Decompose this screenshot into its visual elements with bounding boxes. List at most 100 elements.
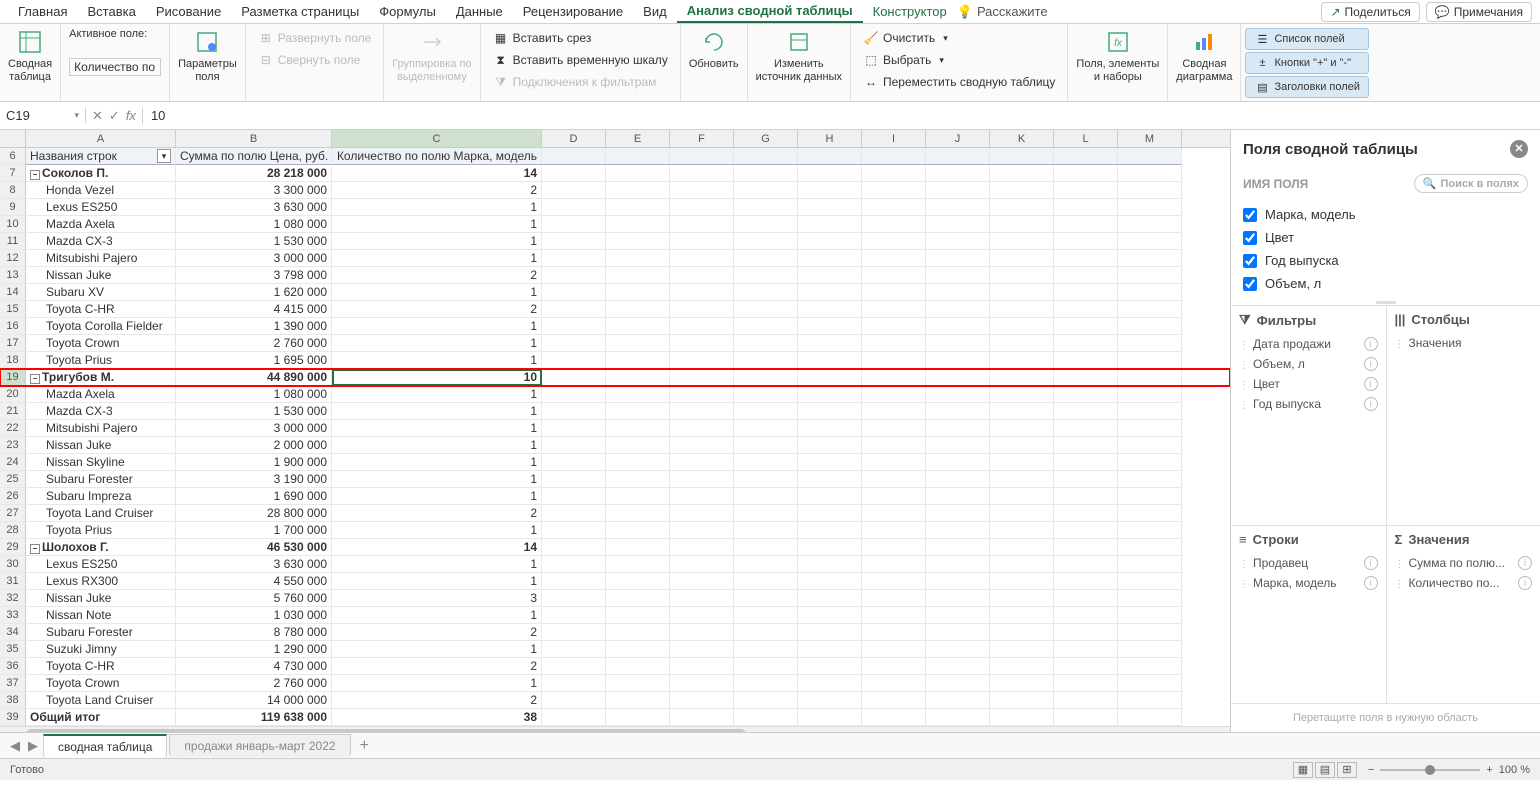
cell[interactable] [606,522,670,539]
cell[interactable]: Nissan Juke [26,590,176,607]
cell[interactable] [734,301,798,318]
insert-timeline-button[interactable]: ⧗Вставить временную шкалу [489,50,672,70]
cell[interactable] [1054,148,1118,165]
cell[interactable] [606,641,670,658]
cell[interactable]: 1 [332,420,542,437]
cell[interactable]: 2 [332,505,542,522]
cell[interactable]: 1 620 000 [176,284,332,301]
cell[interactable]: 5 760 000 [176,590,332,607]
cell[interactable]: Nissan Skyline [26,454,176,471]
cell[interactable] [1118,386,1182,403]
cell[interactable] [1118,301,1182,318]
cell[interactable]: 1 530 000 [176,233,332,250]
cell[interactable] [670,233,734,250]
cell[interactable] [926,488,990,505]
cell[interactable] [670,335,734,352]
row-header[interactable]: 10 [0,216,26,233]
cell[interactable] [542,454,606,471]
cell[interactable]: 3 798 000 [176,267,332,284]
cell[interactable]: 2 760 000 [176,675,332,692]
cell[interactable] [734,658,798,675]
cell[interactable] [990,284,1054,301]
cell[interactable]: 3 630 000 [176,556,332,573]
comments-button[interactable]: 💬Примечания [1426,2,1532,22]
select-all-corner[interactable] [0,130,26,147]
view-normal-button[interactable]: ▦ [1293,762,1313,778]
info-icon[interactable]: i [1364,556,1378,570]
cell[interactable] [990,148,1054,165]
cell[interactable] [606,539,670,556]
row-header[interactable]: 22 [0,420,26,437]
cell[interactable] [990,556,1054,573]
area-field-item[interactable]: ⋮Год выпускаi [1239,394,1378,414]
cell[interactable] [670,250,734,267]
cell[interactable] [1118,454,1182,471]
cell[interactable] [1054,573,1118,590]
cell[interactable] [670,352,734,369]
cell[interactable] [1054,522,1118,539]
cell[interactable] [542,539,606,556]
cell[interactable]: 44 890 000 [176,369,332,386]
cell[interactable] [990,403,1054,420]
pivot-field-item[interactable]: Цвет [1243,226,1528,249]
cell[interactable] [862,148,926,165]
cell[interactable] [1054,607,1118,624]
info-icon[interactable]: i [1518,576,1532,590]
cell[interactable] [606,709,670,726]
cell[interactable] [542,471,606,488]
cell[interactable] [1118,556,1182,573]
cell[interactable] [798,284,862,301]
cell[interactable] [606,352,670,369]
cell[interactable] [990,641,1054,658]
cell[interactable] [862,267,926,284]
cell[interactable] [990,318,1054,335]
row-header[interactable]: 37 [0,675,26,692]
cell[interactable] [798,386,862,403]
cell[interactable] [1118,267,1182,284]
view-page-break-button[interactable]: ⊞ [1337,762,1357,778]
refresh-button[interactable]: Обновить [689,28,739,71]
cell[interactable] [734,369,798,386]
cell[interactable] [862,369,926,386]
cell[interactable] [670,556,734,573]
cell[interactable] [606,182,670,199]
cell[interactable] [990,301,1054,318]
cell[interactable] [862,539,926,556]
cell[interactable] [670,301,734,318]
cell[interactable] [990,386,1054,403]
cell[interactable] [926,216,990,233]
row-header[interactable]: 18 [0,352,26,369]
cell[interactable] [1118,284,1182,301]
cell[interactable] [926,199,990,216]
column-header-C[interactable]: C [332,130,542,147]
row-header[interactable]: 26 [0,488,26,505]
cell[interactable] [862,352,926,369]
cell[interactable]: 38 [332,709,542,726]
cell[interactable] [862,250,926,267]
cell[interactable] [862,403,926,420]
cell[interactable] [990,454,1054,471]
column-header-L[interactable]: L [1054,130,1118,147]
cell[interactable] [798,335,862,352]
cell[interactable]: 1 530 000 [176,403,332,420]
cell[interactable] [734,573,798,590]
cell[interactable] [670,709,734,726]
cell[interactable]: 3 000 000 [176,250,332,267]
cell[interactable] [990,250,1054,267]
plus-minus-toggle[interactable]: ±Кнопки "+" и "-" [1245,52,1368,74]
cell[interactable] [734,216,798,233]
cell[interactable]: 1 [332,352,542,369]
info-icon[interactable]: i [1364,397,1378,411]
cell[interactable] [1118,692,1182,709]
cell[interactable] [1054,641,1118,658]
area-field-item[interactable]: ⋮Дата продажиi [1239,334,1378,354]
row-header[interactable]: 15 [0,301,26,318]
row-header[interactable]: 31 [0,573,26,590]
cell[interactable]: 14 [332,539,542,556]
cell[interactable] [862,437,926,454]
cell[interactable] [606,420,670,437]
cell[interactable] [670,675,734,692]
cell[interactable] [1054,352,1118,369]
cell[interactable]: 46 530 000 [176,539,332,556]
cell[interactable] [798,709,862,726]
